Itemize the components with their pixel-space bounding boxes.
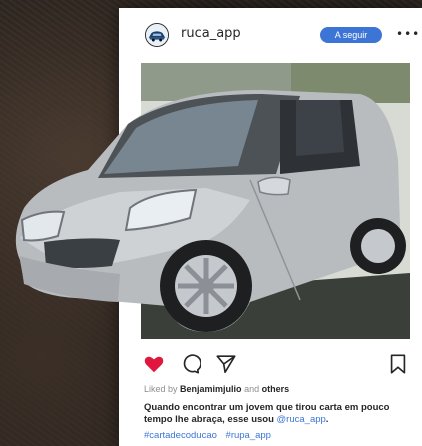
hashtags: #cartadecoducao #rupa_app [144,430,277,441]
heart-filled-icon[interactable] [143,353,165,375]
likes-joiner: and [244,384,260,394]
hashtag[interactable]: #cartadecoducao [144,430,217,441]
comment-bubble-icon[interactable] [179,353,201,375]
caption-mention[interactable]: @ruca_app [277,414,326,425]
post-actions [119,353,422,377]
post-header: ruca_app A seguir ••• [119,8,422,62]
likes-prefix: Liked by [144,384,178,394]
car-logo-icon [146,24,168,46]
likes-summary: Liked by Benjamimjulio and others [144,384,289,394]
username[interactable]: ruca_app [181,26,241,41]
likes-others[interactable]: others [262,384,290,394]
liked-by-user[interactable]: Benjamimjulio [180,384,242,394]
bookmark-icon[interactable] [387,353,409,375]
caption-text: Quando encontrar um jovem que tirou cart… [144,402,390,425]
car-image [15,90,406,332]
avatar[interactable] [145,23,169,47]
hashtag[interactable]: #rupa_app [226,430,271,441]
caption-end: . [325,414,329,425]
post-caption: Quando encontrar um jovem que tirou cart… [144,402,412,426]
more-options-icon[interactable]: ••• [396,28,420,40]
paper-plane-icon[interactable] [215,353,237,375]
follow-button[interactable]: A seguir [320,27,382,43]
